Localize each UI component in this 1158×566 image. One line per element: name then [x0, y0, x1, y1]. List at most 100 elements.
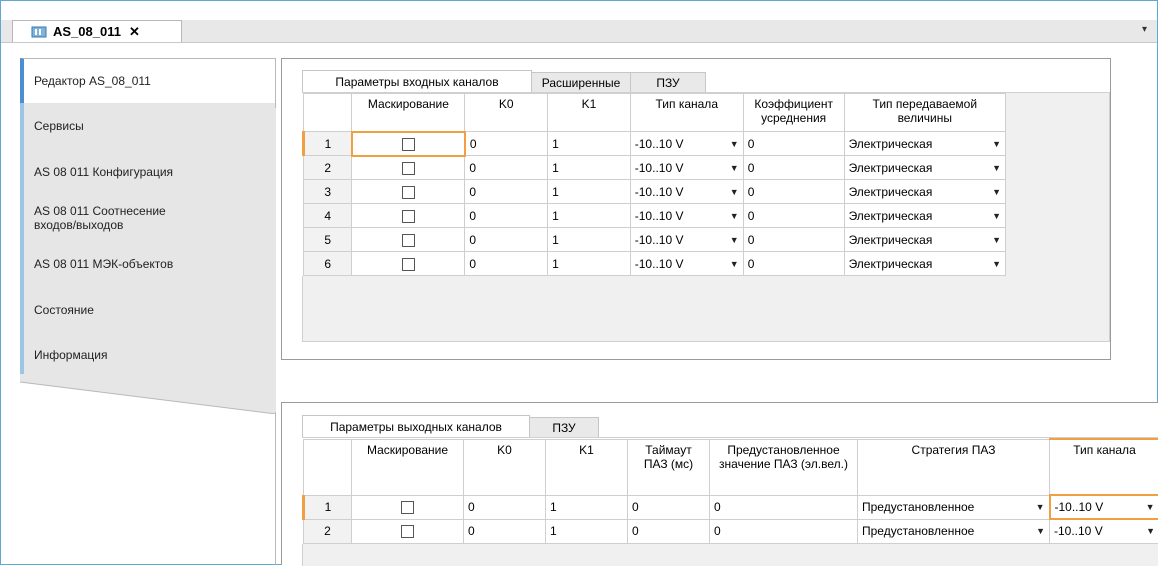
header-value-type[interactable]: Тип передаваемой величины — [844, 94, 1005, 132]
k0-cell[interactable]: 0 — [465, 132, 548, 156]
table-row[interactable]: 5 0 1 -10..10 V▼ 0 Электрическая▼ — [304, 228, 1006, 252]
masking-cell[interactable] — [352, 495, 464, 519]
header-k0[interactable]: K0 — [464, 439, 546, 495]
strategy-dropdown[interactable]: Предустановленное▼ — [858, 495, 1050, 519]
timeout-cell[interactable]: 0 — [628, 519, 710, 543]
masking-cell[interactable] — [352, 228, 465, 252]
channel-type-dropdown[interactable]: -10..10 V▼ — [1050, 519, 1158, 543]
masking-cell[interactable] — [352, 252, 465, 276]
nav-item-editor[interactable]: Редактор AS_08_011 — [20, 58, 276, 104]
masking-checkbox[interactable] — [402, 162, 415, 175]
table-row[interactable]: 2 0 1 0 0 Предустановленное▼ -10..10 V▼ — [304, 519, 1158, 543]
value-type-dropdown[interactable]: Электрическая▼ — [844, 228, 1005, 252]
channel-type-dropdown[interactable]: -10..10 V▼ — [630, 204, 743, 228]
k0-cell[interactable]: 0 — [465, 156, 548, 180]
masking-cell[interactable] — [352, 519, 464, 543]
masking-cell[interactable] — [352, 204, 465, 228]
chevron-down-icon[interactable]: ▼ — [1146, 502, 1155, 512]
strategy-dropdown[interactable]: Предустановленное▼ — [858, 519, 1050, 543]
masking-checkbox[interactable] — [401, 525, 414, 538]
masking-checkbox[interactable] — [402, 186, 415, 199]
tab-output-rom[interactable]: ПЗУ — [529, 417, 599, 437]
header-channel-type[interactable]: Тип канала — [1050, 439, 1158, 495]
header-averaging-coef[interactable]: Коэффициент усреднения — [743, 94, 844, 132]
value-type-dropdown[interactable]: Электрическая▼ — [844, 180, 1005, 204]
chevron-down-icon[interactable]: ▼ — [1036, 526, 1045, 536]
value-type-dropdown[interactable]: Электрическая▼ — [844, 132, 1005, 156]
preset-value-cell[interactable]: 0 — [710, 519, 858, 543]
preset-value-cell[interactable]: 0 — [710, 495, 858, 519]
close-icon[interactable]: ✕ — [129, 24, 140, 40]
chevron-down-icon[interactable]: ▼ — [730, 163, 739, 173]
masking-cell[interactable] — [352, 156, 465, 180]
header-channel-type[interactable]: Тип канала — [630, 94, 743, 132]
averaging-coef-cell[interactable]: 0 — [743, 204, 844, 228]
channel-type-dropdown[interactable]: -10..10 V▼ — [630, 180, 743, 204]
channel-type-dropdown[interactable]: -10..10 V▼ — [630, 156, 743, 180]
chevron-down-icon[interactable]: ▼ — [992, 211, 1001, 221]
masking-checkbox[interactable] — [402, 258, 415, 271]
chevron-down-icon[interactable]: ▼ — [730, 187, 739, 197]
value-type-dropdown[interactable]: Электрическая▼ — [844, 204, 1005, 228]
table-row[interactable]: 3 0 1 -10..10 V▼ 0 Электрическая▼ — [304, 180, 1006, 204]
tab-rom[interactable]: ПЗУ — [630, 72, 706, 92]
k1-cell[interactable]: 1 — [546, 495, 628, 519]
header-timeout[interactable]: Таймаут ПАЗ (мс) — [628, 439, 710, 495]
k1-cell[interactable]: 1 — [548, 252, 631, 276]
averaging-coef-cell[interactable]: 0 — [743, 180, 844, 204]
masking-checkbox[interactable] — [401, 501, 414, 514]
nav-item-iec-objects[interactable]: AS 08 011 МЭК-объектов — [20, 241, 276, 287]
header-preset-value[interactable]: Предустановленное значение ПАЗ (эл.вел.) — [710, 439, 858, 495]
k0-cell[interactable]: 0 — [465, 228, 548, 252]
header-k1[interactable]: K1 — [546, 439, 628, 495]
averaging-coef-cell[interactable]: 0 — [743, 228, 844, 252]
masking-cell[interactable] — [352, 132, 465, 156]
header-strategy[interactable]: Стратегия ПАЗ — [858, 439, 1050, 495]
header-masking[interactable]: Маскирование — [352, 439, 464, 495]
table-row[interactable]: 1 0 1 -10..10 V▼ 0 Электрическая▼ — [304, 132, 1006, 156]
chevron-down-icon[interactable]: ▼ — [1036, 502, 1045, 512]
chevron-down-icon[interactable]: ▼ — [992, 163, 1001, 173]
k1-cell[interactable]: 1 — [548, 156, 631, 180]
chevron-down-icon[interactable]: ▼ — [730, 139, 739, 149]
tab-input-channels[interactable]: Параметры входных каналов — [302, 70, 532, 92]
timeout-cell[interactable]: 0 — [628, 495, 710, 519]
nav-item-configuration[interactable]: AS 08 011 Конфигурация — [20, 149, 276, 195]
chevron-down-icon[interactable]: ▾ — [1142, 24, 1147, 35]
channel-type-dropdown[interactable]: -10..10 V▼ — [630, 252, 743, 276]
masking-cell[interactable] — [352, 180, 465, 204]
chevron-down-icon[interactable]: ▼ — [730, 211, 739, 221]
chevron-down-icon[interactable]: ▼ — [992, 187, 1001, 197]
averaging-coef-cell[interactable]: 0 — [743, 156, 844, 180]
k1-cell[interactable]: 1 — [548, 228, 631, 252]
channel-type-dropdown[interactable]: -10..10 V▼ — [630, 132, 743, 156]
k1-cell[interactable]: 1 — [548, 204, 631, 228]
masking-checkbox[interactable] — [402, 138, 415, 151]
tab-extended[interactable]: Расширенные — [531, 72, 631, 92]
value-type-dropdown[interactable]: Электрическая▼ — [844, 252, 1005, 276]
table-row[interactable]: 6 0 1 -10..10 V▼ 0 Электрическая▼ — [304, 252, 1006, 276]
k0-cell[interactable]: 0 — [465, 204, 548, 228]
table-row[interactable]: 4 0 1 -10..10 V▼ 0 Электрическая▼ — [304, 204, 1006, 228]
chevron-down-icon[interactable]: ▼ — [1146, 526, 1155, 536]
nav-item-information[interactable]: Информация — [20, 333, 276, 377]
k0-cell[interactable]: 0 — [464, 495, 546, 519]
header-k0[interactable]: K0 — [465, 94, 548, 132]
channel-type-dropdown[interactable]: -10..10 V▼ — [1050, 495, 1158, 519]
k0-cell[interactable]: 0 — [464, 519, 546, 543]
k1-cell[interactable]: 1 — [546, 519, 628, 543]
document-tab[interactable]: AS_08_011 ✕ — [12, 20, 182, 42]
k1-cell[interactable]: 1 — [548, 180, 631, 204]
table-row[interactable]: 2 0 1 -10..10 V▼ 0 Электрическая▼ — [304, 156, 1006, 180]
chevron-down-icon[interactable]: ▼ — [992, 235, 1001, 245]
chevron-down-icon[interactable]: ▼ — [730, 235, 739, 245]
k0-cell[interactable]: 0 — [465, 252, 548, 276]
nav-item-io-mapping[interactable]: AS 08 011 Соотнесение входов/выходов — [20, 195, 276, 241]
nav-item-services[interactable]: Сервисы — [20, 103, 276, 149]
value-type-dropdown[interactable]: Электрическая▼ — [844, 156, 1005, 180]
chevron-down-icon[interactable]: ▼ — [730, 259, 739, 269]
averaging-coef-cell[interactable]: 0 — [743, 252, 844, 276]
masking-checkbox[interactable] — [402, 210, 415, 223]
nav-item-status[interactable]: Состояние — [20, 287, 276, 333]
table-row[interactable]: 1 0 1 0 0 Предустановленное▼ -10..10 V▼ — [304, 495, 1158, 519]
